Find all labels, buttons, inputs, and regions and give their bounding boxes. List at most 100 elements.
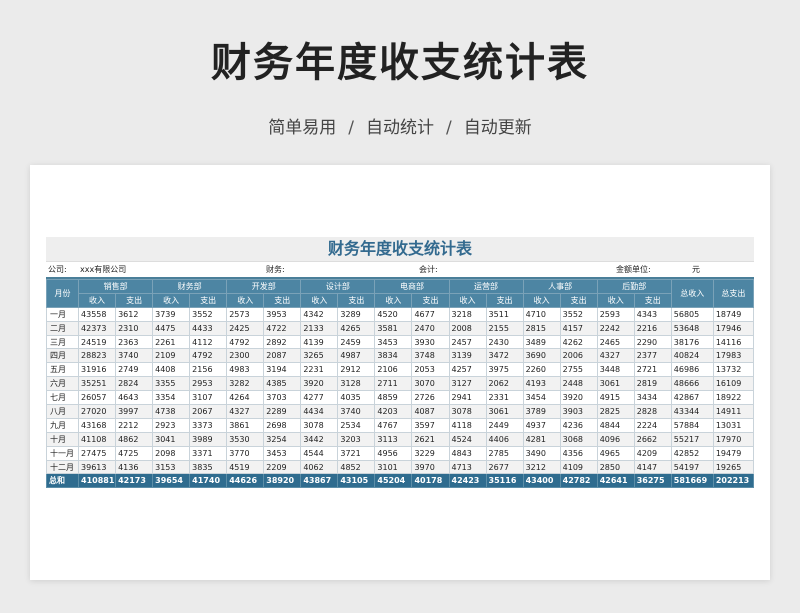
- value-cell: 2785: [485, 445, 524, 461]
- month-cell: 十二月: [45, 459, 80, 475]
- header-dept: 运营部: [448, 279, 524, 294]
- header-total-expense: 总支出: [712, 279, 755, 308]
- value-cell: 2156: [189, 362, 228, 378]
- table-row: 十一月 27475 4725 2098 3371 3770 3453 4544 3721 4956…: [45, 445, 755, 461]
- unit-value: 元: [692, 265, 700, 274]
- value-cell: 4157: [559, 320, 598, 336]
- value-cell: 4519: [226, 459, 265, 475]
- value-cell: 4544: [300, 445, 339, 461]
- value-cell: 4406: [485, 431, 524, 447]
- value-cell: 3581: [374, 320, 413, 336]
- value-cell: 4118: [448, 417, 487, 433]
- value-cell: 3552: [559, 306, 598, 322]
- value-cell: 3354: [152, 390, 191, 406]
- value-cell: 4915: [596, 390, 635, 406]
- value-cell: 2067: [189, 404, 228, 419]
- header-income: 收入: [374, 292, 413, 308]
- total-cell: 44626: [226, 473, 265, 489]
- value-cell: 4193: [522, 376, 561, 392]
- value-cell: 4408: [152, 362, 191, 378]
- total-cell: 39654: [152, 473, 191, 489]
- value-cell: 16109: [712, 376, 755, 392]
- value-cell: 13031: [712, 417, 755, 433]
- header-income: 收入: [300, 292, 339, 308]
- value-cell: 2006: [559, 348, 598, 364]
- value-cell: 27475: [78, 445, 117, 461]
- value-cell: 42867: [670, 390, 714, 406]
- total-cell: 43867: [300, 473, 339, 489]
- value-cell: 41108: [78, 431, 117, 447]
- subtitle-item-1: 简单易用: [268, 118, 337, 138]
- total-cell: 38920: [263, 473, 302, 489]
- value-cell: 3740: [337, 404, 376, 419]
- total-cell: 45204: [374, 473, 413, 489]
- value-cell: 2231: [300, 362, 339, 378]
- header-dept: 后勤部: [596, 279, 672, 294]
- value-cell: 4327: [226, 404, 265, 419]
- value-cell: 4843: [448, 445, 487, 461]
- header-income: 收入: [226, 292, 265, 308]
- value-cell: 4343: [633, 306, 672, 322]
- header-expense: 支出: [337, 292, 376, 308]
- table-row: 九月 43168 2212 2923 3373 3861 2698 3078 2534 4767 3…: [45, 417, 755, 433]
- value-cell: 2155: [485, 320, 524, 336]
- value-cell: 3552: [189, 306, 228, 322]
- table-row: 十月 41108 4862 3041 3989 3530 3254 3442 3203 3113 2…: [45, 431, 755, 447]
- value-cell: 56805: [670, 306, 714, 322]
- table-row: 一月 43558 3612 3739 3552 2573 3953 4342 3289 4520 4…: [45, 306, 755, 322]
- value-cell: 3203: [337, 431, 376, 447]
- value-cell: 2133: [300, 320, 339, 336]
- value-cell: 3371: [189, 445, 228, 461]
- value-cell: 4956: [374, 445, 413, 461]
- value-cell: 4643: [115, 390, 154, 406]
- value-cell: 31916: [78, 362, 117, 378]
- value-cell: 2448: [559, 376, 598, 392]
- value-cell: 2953: [189, 376, 228, 392]
- value-cell: 4264: [226, 390, 265, 406]
- table-row: 十二月 39613 4136 3153 3835 4519 2209 4062 4852 3101…: [45, 459, 755, 475]
- month-cell: 一月: [45, 306, 80, 322]
- value-cell: 4277: [300, 390, 339, 406]
- header-expense: 支出: [115, 292, 154, 308]
- header-total-income: 总收入: [670, 279, 714, 308]
- value-cell: 3070: [411, 376, 450, 392]
- value-cell: 4385: [263, 376, 302, 392]
- value-cell: 4356: [559, 445, 598, 461]
- value-cell: 19479: [712, 445, 755, 461]
- value-cell: 3748: [411, 348, 450, 364]
- value-cell: 3920: [559, 390, 598, 406]
- value-cell: 4738: [152, 404, 191, 419]
- total-cell: 202213: [712, 473, 755, 489]
- value-cell: 2824: [115, 376, 154, 392]
- value-cell: 2825: [596, 404, 635, 419]
- value-cell: 4109: [559, 459, 598, 475]
- total-cell: 41740: [189, 473, 228, 489]
- value-cell: 3078: [300, 417, 339, 433]
- value-cell: 2749: [115, 362, 154, 378]
- total-cell: 43105: [337, 473, 376, 489]
- header-dept: 设计部: [300, 279, 376, 294]
- value-cell: 2470: [411, 320, 450, 336]
- header-row-departments: 月份 销售部 财务部 开发部 设计部 电商部 运营部 人事部 后勤部 总收入 总…: [45, 279, 755, 308]
- value-cell: 4203: [374, 404, 413, 419]
- value-cell: 4433: [189, 320, 228, 336]
- value-cell: 4987: [337, 348, 376, 364]
- total-cell: 42423: [448, 473, 487, 489]
- value-cell: 3265: [300, 348, 339, 364]
- value-cell: 3434: [633, 390, 672, 406]
- header-row-income-expense: 收入 支出 收入 支出 收入 支出 收入 支出 收入 支出 收入 支出 收入 支出 收入 支出: [47, 292, 754, 308]
- value-cell: 18749: [712, 306, 755, 322]
- accountant-label: 会计:: [419, 265, 438, 274]
- value-cell: 3139: [448, 348, 487, 364]
- table-row: 五月 31916 2749 4408 2156 4983 3194 2231 2912 2106 2…: [45, 362, 755, 378]
- value-cell: 2106: [374, 362, 413, 378]
- value-cell: 2300: [226, 348, 265, 364]
- unit-label: 金额单位:: [616, 265, 651, 274]
- value-cell: 2923: [152, 417, 191, 433]
- header-income: 收入: [596, 292, 635, 308]
- value-cell: 3127: [448, 376, 487, 392]
- value-cell: 3975: [485, 362, 524, 378]
- month-cell: 五月: [45, 362, 80, 378]
- value-cell: 4257: [448, 362, 487, 378]
- month-cell: 九月: [45, 417, 80, 433]
